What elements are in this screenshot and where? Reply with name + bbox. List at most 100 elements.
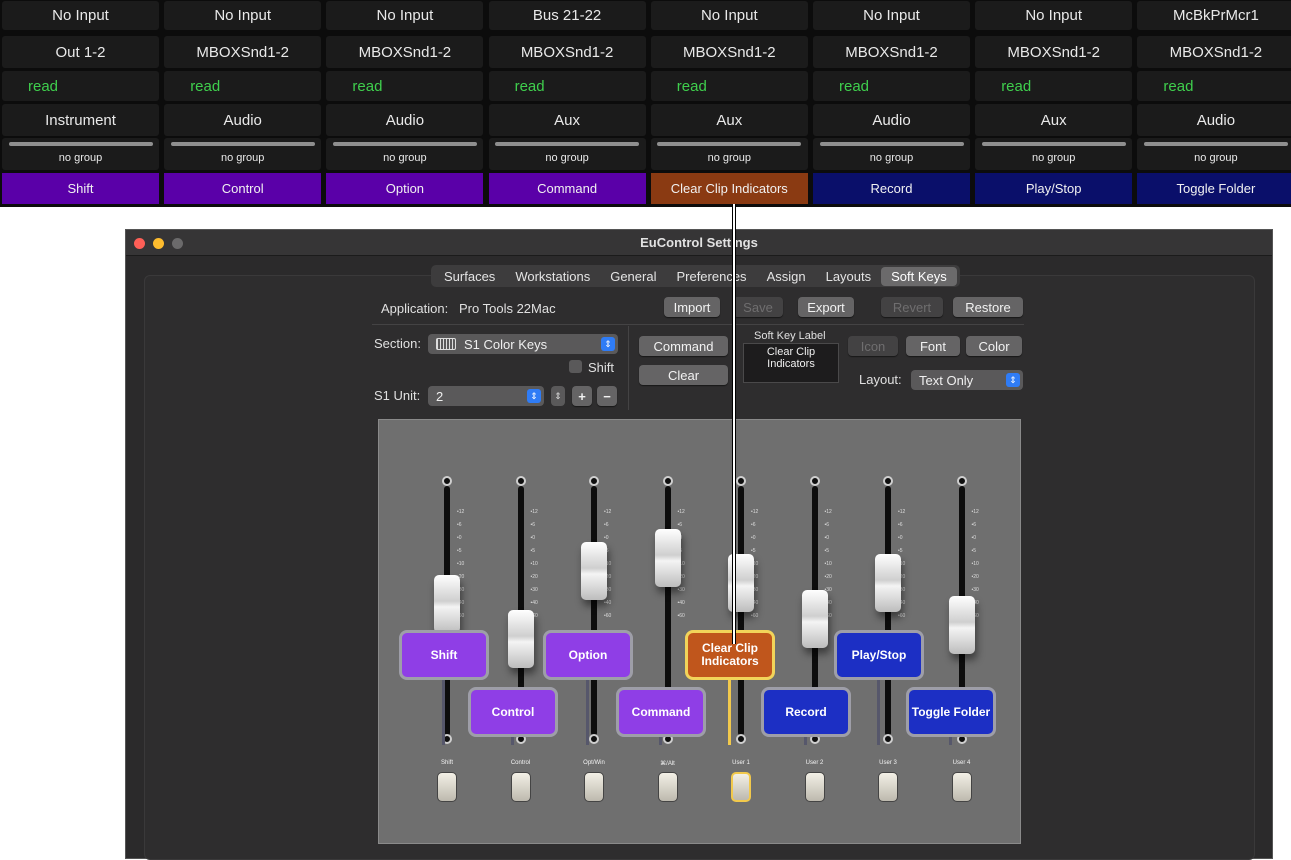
revert-button[interactable]: Revert (881, 297, 943, 317)
output-selector[interactable]: MBOXSnd1-2 (164, 36, 322, 68)
divider (372, 324, 1024, 325)
unit-stepper[interactable]: ⇕ (551, 386, 565, 406)
bottom-key[interactable] (804, 772, 825, 802)
layout-select[interactable]: Text Only ⇕ (911, 370, 1023, 390)
input-selector[interactable]: No Input (164, 1, 322, 30)
group-selector[interactable]: no group (2, 138, 159, 170)
track-type[interactable]: Audio (326, 104, 484, 136)
tab-surfaces[interactable]: Surfaces (434, 267, 505, 286)
output-selector[interactable]: MBOXSnd1-2 (488, 36, 646, 68)
automation-mode[interactable]: read (650, 71, 808, 101)
soft-key[interactable]: Toggle Folder (906, 687, 996, 737)
remove-unit-button[interactable]: − (597, 386, 617, 406)
automation-mode[interactable]: read (813, 71, 970, 101)
save-button[interactable]: Save (733, 297, 783, 317)
bottom-key[interactable] (510, 772, 531, 802)
automation-mode[interactable]: read (1137, 71, 1291, 101)
clear-button[interactable]: Clear (639, 365, 728, 385)
track-type[interactable]: Instrument (2, 104, 159, 136)
section-select[interactable]: S1 Color Keys ⇕ (428, 334, 618, 354)
bottom-key[interactable] (951, 772, 972, 802)
export-button[interactable]: Export (798, 297, 854, 317)
track-type[interactable]: Aux (650, 104, 808, 136)
input-selector[interactable]: McBkPrMcr1 (1137, 1, 1291, 30)
input-selector[interactable]: Bus 21-22 (488, 1, 646, 30)
output-selector[interactable]: MBOXSnd1-2 (650, 36, 808, 68)
input-selector[interactable]: No Input (813, 1, 970, 30)
soft-key-button[interactable]: Record (813, 173, 970, 204)
soft-key-button[interactable]: Clear Clip Indicators (650, 173, 808, 204)
font-button[interactable]: Font (906, 336, 960, 356)
track-type[interactable]: Audio (164, 104, 322, 136)
fader-cap[interactable] (434, 575, 460, 634)
soft-key[interactable]: Command (616, 687, 706, 737)
fader-cap[interactable] (801, 589, 828, 648)
restore-button[interactable]: Restore (953, 297, 1023, 317)
output-selector[interactable]: MBOXSnd1-2 (975, 36, 1133, 68)
soft-key-button[interactable]: Shift (2, 173, 159, 204)
command-button[interactable]: Command (639, 336, 728, 356)
color-button[interactable]: Color (966, 336, 1022, 356)
tab-workstations[interactable]: Workstations (505, 267, 600, 286)
group-selector[interactable]: no group (1137, 138, 1291, 170)
track-type[interactable]: Audio (1137, 104, 1291, 136)
track-type[interactable]: Audio (813, 104, 970, 136)
divider (628, 326, 629, 410)
soft-key[interactable]: Option (543, 630, 633, 680)
soft-key-stem (728, 680, 731, 745)
fader-cap[interactable] (875, 554, 901, 613)
group-selector[interactable]: no group (164, 138, 322, 170)
automation-mode[interactable]: read (2, 71, 159, 101)
soft-key-label-field[interactable]: Clear Clip Indicators (743, 343, 839, 383)
input-selector[interactable]: No Input (326, 1, 484, 30)
soft-key[interactable]: Control (468, 687, 558, 737)
fader-cap[interactable] (654, 529, 681, 588)
soft-key-button[interactable]: Toggle Folder (1137, 173, 1291, 204)
output-selector[interactable]: Out 1-2 (2, 36, 159, 68)
output-selector[interactable]: MBOXSnd1-2 (326, 36, 484, 68)
tab-layouts[interactable]: Layouts (816, 267, 882, 286)
import-button[interactable]: Import (664, 297, 720, 317)
soft-key[interactable]: Play/Stop (834, 630, 924, 680)
automation-mode[interactable]: read (164, 71, 322, 101)
input-selector[interactable]: No Input (975, 1, 1133, 30)
automation-mode[interactable]: read (975, 71, 1133, 101)
bottom-key[interactable] (657, 772, 678, 802)
input-selector[interactable]: No Input (650, 1, 808, 30)
bottom-key[interactable] (878, 772, 898, 802)
track-type[interactable]: Aux (975, 104, 1133, 136)
fader-cap[interactable] (507, 610, 534, 669)
group-selector[interactable]: no group (650, 138, 808, 170)
channel-column: No Input MBOXSnd1-2 read Audio no group Recor… (811, 0, 972, 207)
soft-key-button[interactable]: Control (164, 173, 322, 204)
fader-cap[interactable] (581, 541, 607, 600)
soft-key-button[interactable]: Play/Stop (975, 173, 1133, 204)
group-selector[interactable]: no group (813, 138, 970, 170)
tab-soft-keys[interactable]: Soft Keys (881, 266, 957, 286)
shift-checkbox[interactable] (569, 360, 582, 373)
automation-mode[interactable]: read (488, 71, 646, 101)
unit-select[interactable]: 2 ⇕ (428, 386, 544, 406)
output-selector[interactable]: MBOXSnd1-2 (1137, 36, 1291, 68)
input-selector[interactable]: No Input (2, 1, 159, 30)
bottom-key[interactable] (584, 772, 604, 802)
icon-button[interactable]: Icon (848, 336, 898, 356)
group-selector[interactable]: no group (326, 138, 484, 170)
automation-mode[interactable]: read (326, 71, 484, 101)
add-unit-button[interactable]: + (572, 386, 592, 406)
group-selector[interactable]: no group (488, 138, 646, 170)
tab-assign[interactable]: Assign (757, 267, 816, 286)
track-type[interactable]: Aux (488, 104, 646, 136)
tab-preferences[interactable]: Preferences (666, 267, 756, 286)
bottom-key[interactable] (437, 772, 457, 802)
group-selector[interactable]: no group (975, 138, 1133, 170)
soft-key[interactable]: Clear Clip Indicators (685, 630, 775, 680)
output-selector[interactable]: MBOXSnd1-2 (813, 36, 970, 68)
soft-key[interactable]: Record (761, 687, 851, 737)
soft-key-button[interactable]: Command (488, 173, 646, 204)
soft-key[interactable]: Shift (399, 630, 489, 680)
soft-key-button[interactable]: Option (326, 173, 484, 204)
fader-cap[interactable] (948, 595, 975, 654)
bottom-key[interactable] (731, 772, 751, 802)
tab-general[interactable]: General (600, 267, 666, 286)
